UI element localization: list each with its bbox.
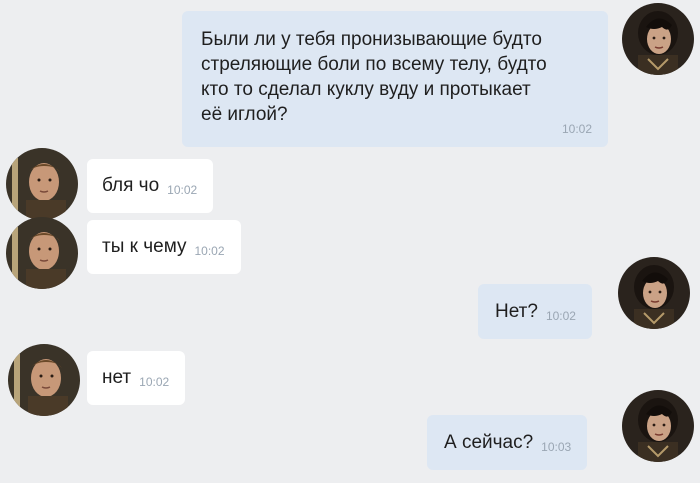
message-text: Нет? [495, 301, 538, 322]
avatar-alistair-icon [6, 217, 78, 289]
message-text: ты к чему [102, 236, 187, 257]
avatar-alistair-icon [6, 148, 78, 220]
avatar-alistair[interactable] [8, 344, 80, 416]
message-text: нет [102, 367, 132, 388]
avatar-alistair[interactable] [6, 217, 78, 289]
message-timestamp: 10:02 [139, 375, 170, 389]
message-bubble-outgoing[interactable]: Были ли у тебя пронизывающие будто стрел… [182, 11, 608, 147]
message-bubble-incoming[interactable]: ты к чему 10:02 [87, 220, 241, 274]
message-text: бля чо [102, 175, 160, 196]
message-timestamp: 10:02 [545, 309, 576, 323]
message-timestamp: 10:03 [541, 440, 572, 454]
message-timestamp: 10:02 [194, 244, 225, 258]
avatar-morrigan-icon [622, 3, 694, 75]
message-bubble-incoming[interactable]: бля чо 10:02 [87, 159, 214, 213]
avatar-alistair[interactable] [6, 148, 78, 220]
avatar-morrigan[interactable] [622, 390, 694, 462]
avatar-morrigan-icon [622, 390, 694, 462]
message-timestamp: 10:02 [167, 183, 198, 197]
avatar-morrigan[interactable] [618, 257, 690, 329]
avatar-morrigan-icon [618, 257, 690, 329]
message-bubble-outgoing[interactable]: Нет? 10:02 [478, 284, 592, 339]
message-bubble-incoming[interactable]: нет 10:02 [87, 351, 186, 405]
message-text: А сейчас? [444, 432, 534, 453]
message-text: Были ли у тебя пронизывающие будто стрел… [201, 29, 547, 125]
avatar-alistair-icon [8, 344, 80, 416]
avatar-morrigan[interactable] [622, 3, 694, 75]
message-timestamp: 10:02 [561, 122, 592, 136]
message-bubble-outgoing[interactable]: А сейчас? 10:03 [427, 415, 588, 470]
